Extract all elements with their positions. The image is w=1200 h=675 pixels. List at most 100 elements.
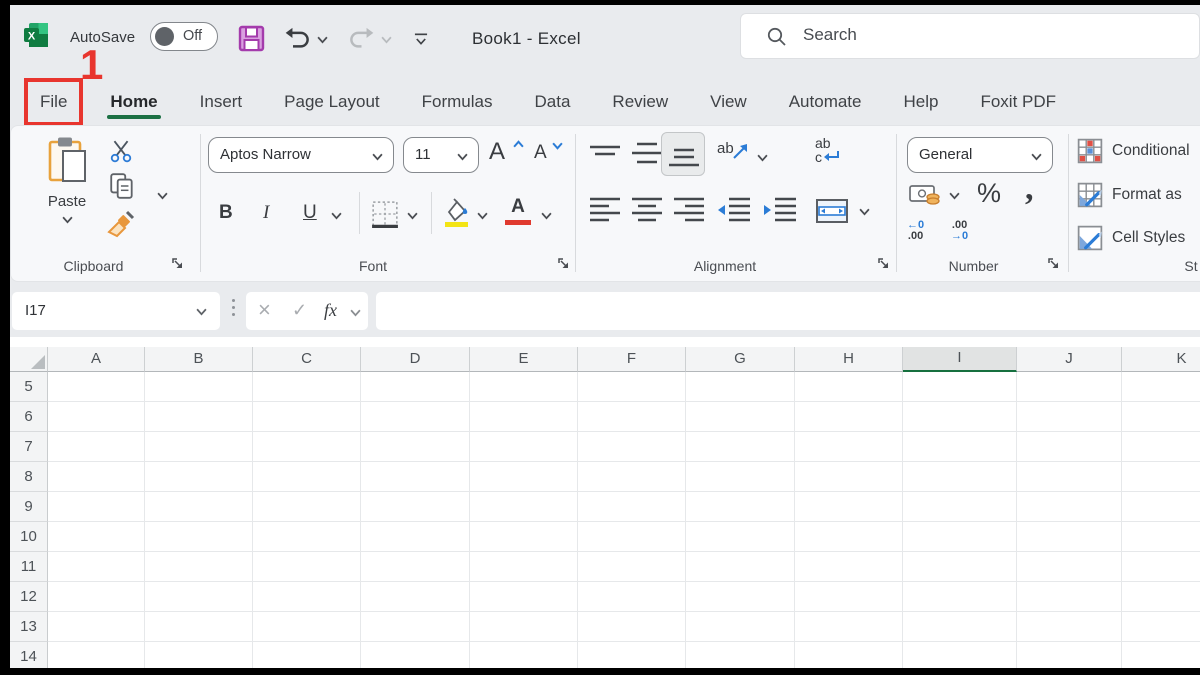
- accounting-dropdown-chevron[interactable]: [949, 192, 960, 200]
- cell-K11[interactable]: [1122, 552, 1200, 582]
- cell-J11[interactable]: [1017, 552, 1122, 582]
- cell-I11[interactable]: [903, 552, 1017, 582]
- number-format-combo[interactable]: General: [907, 137, 1053, 173]
- row-header-14[interactable]: 14: [10, 642, 48, 668]
- column-header-D[interactable]: D: [361, 347, 470, 372]
- cell-F7[interactable]: [578, 432, 686, 462]
- cell-E6[interactable]: [470, 402, 578, 432]
- cell-G10[interactable]: [686, 522, 795, 552]
- increase-indent-icon[interactable]: [763, 196, 797, 224]
- cell-D11[interactable]: [361, 552, 470, 582]
- borders-dropdown-chevron[interactable]: [407, 212, 418, 220]
- fx-dropdown-chevron[interactable]: [350, 309, 361, 317]
- cell-B7[interactable]: [145, 432, 253, 462]
- save-icon[interactable]: [238, 25, 265, 52]
- cell-D5[interactable]: [361, 372, 470, 402]
- cell-K12[interactable]: [1122, 582, 1200, 612]
- cell-F14[interactable]: [578, 642, 686, 668]
- cell-J14[interactable]: [1017, 642, 1122, 668]
- cell-A10[interactable]: [48, 522, 145, 552]
- cell-J13[interactable]: [1017, 612, 1122, 642]
- cell-I5[interactable]: [903, 372, 1017, 402]
- cell-E14[interactable]: [470, 642, 578, 668]
- cancel-icon[interactable]: ×: [258, 297, 271, 323]
- cell-K8[interactable]: [1122, 462, 1200, 492]
- formula-bar-grip-icon[interactable]: [232, 299, 235, 316]
- cell-C9[interactable]: [253, 492, 361, 522]
- underline-button[interactable]: U: [303, 202, 317, 224]
- cell-F6[interactable]: [578, 402, 686, 432]
- row-header-5[interactable]: 5: [10, 372, 48, 402]
- cell-H6[interactable]: [795, 402, 903, 432]
- cell-F9[interactable]: [578, 492, 686, 522]
- undo-dropdown-chevron[interactable]: [317, 36, 328, 44]
- cell-G11[interactable]: [686, 552, 795, 582]
- cell-D13[interactable]: [361, 612, 470, 642]
- cell-K9[interactable]: [1122, 492, 1200, 522]
- cell-H14[interactable]: [795, 642, 903, 668]
- cell-K5[interactable]: [1122, 372, 1200, 402]
- cell-G13[interactable]: [686, 612, 795, 642]
- tab-automate[interactable]: Automate: [768, 82, 883, 122]
- redo-icon[interactable]: [348, 25, 375, 52]
- bold-button[interactable]: B: [219, 202, 233, 224]
- cell-H9[interactable]: [795, 492, 903, 522]
- tab-data[interactable]: Data: [514, 82, 592, 122]
- conditional-formatting-button[interactable]: Conditional: [1077, 138, 1190, 164]
- cell-I9[interactable]: [903, 492, 1017, 522]
- cell-styles-button[interactable]: Cell Styles: [1077, 225, 1185, 251]
- tab-foxit-pdf[interactable]: Foxit PDF: [959, 82, 1077, 122]
- cell-E12[interactable]: [470, 582, 578, 612]
- cell-H11[interactable]: [795, 552, 903, 582]
- column-header-F[interactable]: F: [578, 347, 686, 372]
- row-header-13[interactable]: 13: [10, 612, 48, 642]
- font-color-dropdown-chevron[interactable]: [541, 212, 552, 220]
- cell-E11[interactable]: [470, 552, 578, 582]
- select-all-button[interactable]: [10, 347, 48, 372]
- italic-button[interactable]: I: [263, 202, 269, 224]
- cell-B10[interactable]: [145, 522, 253, 552]
- cell-H12[interactable]: [795, 582, 903, 612]
- cell-E13[interactable]: [470, 612, 578, 642]
- cell-B12[interactable]: [145, 582, 253, 612]
- cell-I10[interactable]: [903, 522, 1017, 552]
- cell-F8[interactable]: [578, 462, 686, 492]
- cell-J5[interactable]: [1017, 372, 1122, 402]
- insert-function-icon[interactable]: fx: [324, 300, 337, 321]
- cell-K6[interactable]: [1122, 402, 1200, 432]
- decrease-indent-icon[interactable]: [717, 196, 751, 224]
- paste-button[interactable]: Paste: [35, 136, 99, 229]
- cell-F13[interactable]: [578, 612, 686, 642]
- enter-icon[interactable]: ✓: [292, 300, 307, 321]
- font-name-combo[interactable]: Aptos Narrow: [208, 137, 394, 173]
- search-input[interactable]: Search: [740, 13, 1200, 59]
- tab-file[interactable]: File1: [28, 82, 79, 122]
- cell-E7[interactable]: [470, 432, 578, 462]
- column-header-J[interactable]: J: [1017, 347, 1122, 372]
- cell-B6[interactable]: [145, 402, 253, 432]
- align-top-icon[interactable]: [589, 144, 621, 166]
- row-header-10[interactable]: 10: [10, 522, 48, 552]
- cell-F5[interactable]: [578, 372, 686, 402]
- cell-C6[interactable]: [253, 402, 361, 432]
- cell-E5[interactable]: [470, 372, 578, 402]
- format-as-table-button[interactable]: Format as: [1077, 182, 1182, 208]
- column-header-A[interactable]: A: [48, 347, 145, 372]
- fill-color-icon[interactable]: [441, 196, 471, 228]
- row-header-11[interactable]: 11: [10, 552, 48, 582]
- underline-dropdown-chevron[interactable]: [331, 212, 342, 220]
- column-header-I[interactable]: I: [903, 347, 1017, 372]
- cell-H7[interactable]: [795, 432, 903, 462]
- cell-H8[interactable]: [795, 462, 903, 492]
- copy-dropdown-chevron[interactable]: [157, 192, 168, 200]
- clipboard-dialog-launcher-icon[interactable]: [171, 257, 184, 270]
- cell-I6[interactable]: [903, 402, 1017, 432]
- cell-A5[interactable]: [48, 372, 145, 402]
- comma-style-button[interactable]: ,: [1025, 170, 1034, 208]
- cell-B11[interactable]: [145, 552, 253, 582]
- column-header-H[interactable]: H: [795, 347, 903, 372]
- fill-color-dropdown-chevron[interactable]: [477, 212, 488, 220]
- redo-dropdown-chevron[interactable]: [381, 36, 392, 44]
- cell-G6[interactable]: [686, 402, 795, 432]
- cell-B5[interactable]: [145, 372, 253, 402]
